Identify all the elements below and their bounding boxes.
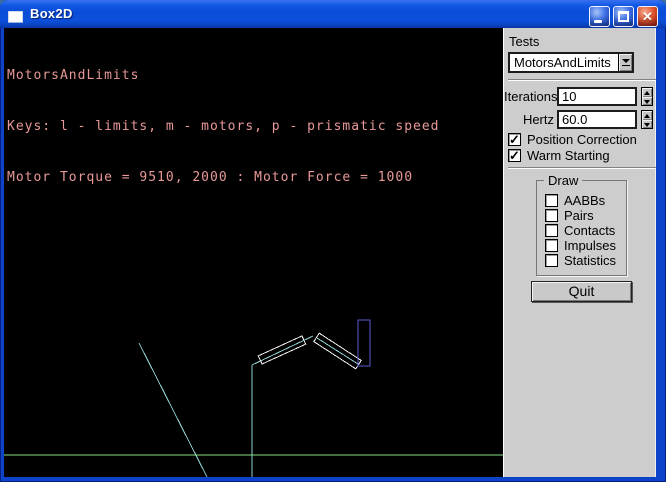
checkbox-impulses[interactable]: Impulses bbox=[545, 238, 616, 253]
checkbox-aabbs[interactable]: AABBs bbox=[545, 193, 605, 208]
draw-group: Draw AABBs Pairs Contacts Impulses Stati… bbox=[536, 173, 627, 276]
hertz-value: 60.0 bbox=[562, 112, 588, 127]
simulation-canvas[interactable]: MotorsAndLimits Keys: l - limits, m - mo… bbox=[4, 28, 503, 477]
contacts-checkbox[interactable] bbox=[545, 224, 558, 237]
aabbs-checkbox[interactable] bbox=[545, 194, 558, 207]
aabbs-label: AABBs bbox=[564, 193, 606, 208]
iterations-spinner bbox=[641, 87, 653, 106]
spinner-up-icon[interactable] bbox=[642, 111, 652, 120]
checkbox-warm-starting[interactable]: ✓ Warm Starting bbox=[508, 148, 610, 163]
arm-link-1 bbox=[257, 335, 307, 365]
impulses-checkbox[interactable] bbox=[545, 239, 558, 252]
control-panel: Tests MotorsAndLimits Iterations 10 Hert… bbox=[503, 28, 656, 477]
spinner-down-icon[interactable] bbox=[642, 97, 652, 106]
title-bar[interactable]: Box2D ✕ bbox=[0, 0, 666, 28]
tests-dropdown-value: MotorsAndLimits bbox=[514, 55, 611, 70]
position-correction-label: Position Correction bbox=[527, 132, 637, 147]
joint-line-left-diagonal bbox=[138, 342, 208, 477]
hertz-label: Hertz bbox=[522, 112, 554, 127]
statistics-label: Statistics bbox=[564, 253, 617, 268]
pairs-checkbox[interactable] bbox=[545, 209, 558, 222]
window-title: Box2D bbox=[30, 6, 73, 21]
minimize-icon bbox=[594, 20, 602, 23]
physics-scene bbox=[4, 319, 503, 477]
pairs-label: Pairs bbox=[564, 208, 594, 223]
iterations-label: Iterations bbox=[504, 89, 558, 104]
spinner-down-icon[interactable] bbox=[642, 120, 652, 129]
close-button[interactable]: ✕ bbox=[637, 6, 658, 27]
checkbox-position-correction[interactable]: ✓ Position Correction bbox=[508, 132, 637, 147]
spinner-up-icon[interactable] bbox=[642, 88, 652, 97]
iterations-value: 10 bbox=[562, 89, 577, 104]
contacts-label: Contacts bbox=[564, 223, 616, 238]
chevron-down-icon bbox=[622, 59, 630, 63]
minimize-button[interactable] bbox=[589, 6, 610, 27]
quit-button[interactable]: Quit bbox=[531, 281, 632, 302]
checkbox-statistics[interactable]: Statistics bbox=[545, 253, 616, 268]
checkbox-pairs[interactable]: Pairs bbox=[545, 208, 594, 223]
draw-group-title: Draw bbox=[544, 173, 583, 188]
app-window: Box2D ✕ MotorsAndLimits Keys: l - limits… bbox=[0, 0, 666, 482]
maximize-icon bbox=[618, 11, 629, 22]
impulses-label: Impulses bbox=[564, 238, 617, 253]
chevron-underline bbox=[622, 65, 630, 66]
joint-line-arm2 bbox=[316, 337, 359, 365]
statistics-checkbox[interactable] bbox=[545, 254, 558, 267]
app-icon bbox=[8, 11, 23, 23]
tests-dropdown[interactable]: MotorsAndLimits bbox=[508, 52, 634, 73]
separator bbox=[508, 79, 656, 81]
hertz-spinner bbox=[641, 110, 653, 129]
hertz-input[interactable]: 60.0 bbox=[557, 110, 637, 129]
checkbox-contacts[interactable]: Contacts bbox=[545, 223, 615, 238]
warm-starting-label: Warm Starting bbox=[527, 148, 610, 163]
tests-dropdown-button[interactable] bbox=[618, 54, 632, 71]
iterations-input[interactable]: 10 bbox=[557, 87, 637, 106]
separator bbox=[508, 167, 656, 169]
maximize-button[interactable] bbox=[613, 6, 634, 27]
tests-label: Tests bbox=[509, 34, 540, 49]
close-icon: ✕ bbox=[642, 9, 653, 24]
position-correction-checkbox[interactable]: ✓ bbox=[508, 133, 521, 146]
warm-starting-checkbox[interactable]: ✓ bbox=[508, 149, 521, 162]
